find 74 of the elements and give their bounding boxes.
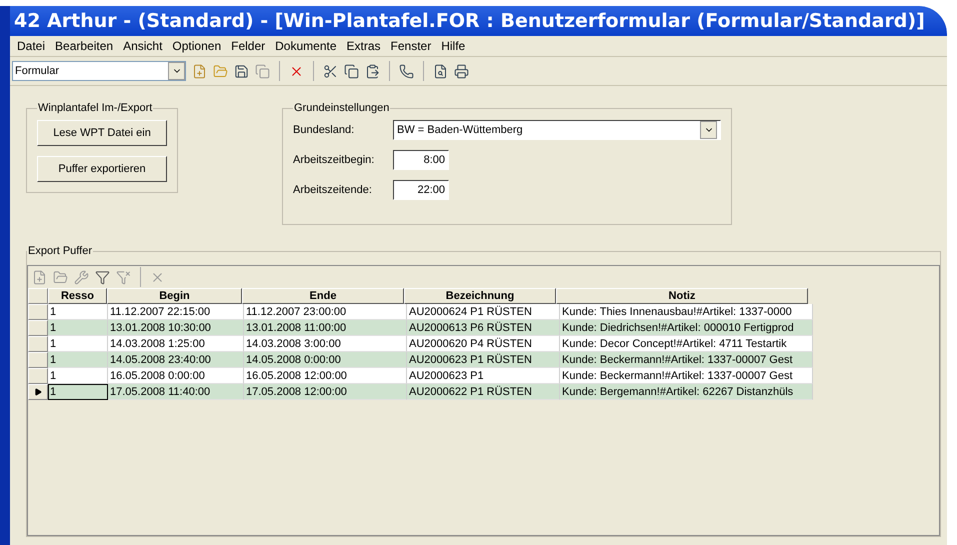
field-label: Arbeitszeitbegin: <box>293 154 376 166</box>
menu-item[interactable]: Bearbeiten <box>50 39 118 53</box>
table-cell: 13.01.2008 10:30:00 <box>108 320 244 336</box>
table-cell: Kunde: Decor Concept!#Artikel: 4711 Testartik <box>560 336 813 352</box>
column-header[interactable]: Resso <box>48 288 107 304</box>
paste-icon[interactable] <box>365 64 380 78</box>
form-select[interactable]: Formular <box>12 61 186 81</box>
menu-item[interactable]: Extras <box>342 39 386 53</box>
folder-icon[interactable] <box>53 270 68 284</box>
table-cell: 1 <box>48 320 108 336</box>
table-cell: 14.03.2008 3:00:00 <box>244 336 407 352</box>
table-cell: 1 <box>48 304 108 320</box>
table-cell: Kunde: Thies Innenausbau!#Artikel: 1337-0000 <box>560 304 813 320</box>
action-button[interactable]: Puffer exportieren <box>37 156 167 182</box>
menu-item[interactable]: Ansicht <box>118 39 168 53</box>
table-cell: 14.05.2008 0:00:00 <box>244 352 407 368</box>
print-icon[interactable] <box>454 64 469 78</box>
row-header <box>28 288 48 304</box>
table-cell: Kunde: Beckermann!#Artikel: 1337-00007 Gest <box>560 368 813 384</box>
table-cell: AU2000623 P1 RÜSTEN <box>407 352 560 368</box>
table-cell: 11.12.2007 23:00:00 <box>244 304 407 320</box>
menu-item[interactable]: Datei <box>12 39 50 53</box>
state-select[interactable]: BW = Baden-Wüttemberg <box>393 120 721 140</box>
column-header[interactable]: Ende <box>242 288 404 304</box>
table-cell: Kunde: Bergemann!#Artikel: 62267 Distanzhüls <box>560 384 813 400</box>
group-title: Winplantafel Im-/Export <box>37 102 154 114</box>
table-cell: 14.05.2008 23:40:00 <box>108 352 244 368</box>
table-cell: 16.05.2008 12:00:00 <box>244 368 407 384</box>
menu-item[interactable]: Fenster <box>386 39 436 53</box>
group-title: Grundeinstellungen <box>293 102 390 114</box>
cut-icon[interactable] <box>323 64 338 78</box>
field-label: Bundesland: <box>293 124 356 136</box>
table-cell: 1 <box>48 384 108 400</box>
group-title: Export Puffer <box>27 245 93 257</box>
table-cell: 13.01.2008 11:00:00 <box>244 320 407 336</box>
column-header[interactable]: Begin <box>107 288 242 304</box>
new-file-icon[interactable] <box>192 64 207 78</box>
table-cell: AU2000613 P6 RÜSTEN <box>407 320 560 336</box>
new-record-icon[interactable] <box>32 270 47 284</box>
time-field[interactable]: 8:00 <box>393 150 449 170</box>
table-cell: 17.05.2008 12:00:00 <box>244 384 407 400</box>
table-cell: 17.05.2008 11:40:00 <box>108 384 244 400</box>
table-cell: AU2000620 P4 RÜSTEN <box>407 336 560 352</box>
action-button[interactable]: Lese WPT Datei ein <box>37 120 167 146</box>
menu-item[interactable]: Dokumente <box>270 39 342 53</box>
wrench-icon[interactable] <box>74 270 89 284</box>
table-cell: AU2000623 P1 <box>407 368 560 384</box>
field-label: Arbeitszeitende: <box>293 184 373 196</box>
table-cell: Kunde: Beckermann!#Artikel: 1337-00007 Gest <box>560 352 813 368</box>
column-header[interactable]: Notiz <box>556 288 808 304</box>
table-cell: Kunde: Diedrichsen!#Artikel: 000010 Fertigprod <box>560 320 813 336</box>
table-cell: AU2000624 P1 RÜSTEN <box>407 304 560 320</box>
open-folder-icon[interactable] <box>213 64 228 78</box>
menu-item[interactable]: Optionen <box>167 39 226 53</box>
table-cell: AU2000622 P1 RÜSTEN <box>407 384 560 400</box>
save-icon[interactable] <box>234 64 249 78</box>
filter-clear-icon[interactable] <box>116 270 131 284</box>
table-cell: 1 <box>48 336 108 352</box>
table-cell: 1 <box>48 368 108 384</box>
current-row-icon <box>34 388 42 396</box>
copy-icon[interactable] <box>344 64 359 78</box>
column-header[interactable]: Bezeichnung <box>404 288 556 304</box>
filter-icon[interactable] <box>95 270 110 284</box>
table-cell: 14.03.2008 1:25:00 <box>108 336 244 352</box>
menu-item[interactable]: Felder <box>226 39 270 53</box>
row-header[interactable] <box>28 384 48 400</box>
window-title: 42 Arthur - (Standard) - [Win-Plantafel.FOR : Benutzerformular (Formular/Standard)] <box>10 6 947 36</box>
table-cell: 11.12.2007 22:15:00 <box>108 304 244 320</box>
print-preview-icon[interactable] <box>433 64 448 78</box>
phone-icon[interactable] <box>399 64 414 78</box>
menu-item[interactable]: Hilfe <box>436 39 470 53</box>
time-field[interactable]: 22:00 <box>393 180 449 200</box>
table-cell: 1 <box>48 352 108 368</box>
table-cell: 16.05.2008 0:00:00 <box>108 368 244 384</box>
